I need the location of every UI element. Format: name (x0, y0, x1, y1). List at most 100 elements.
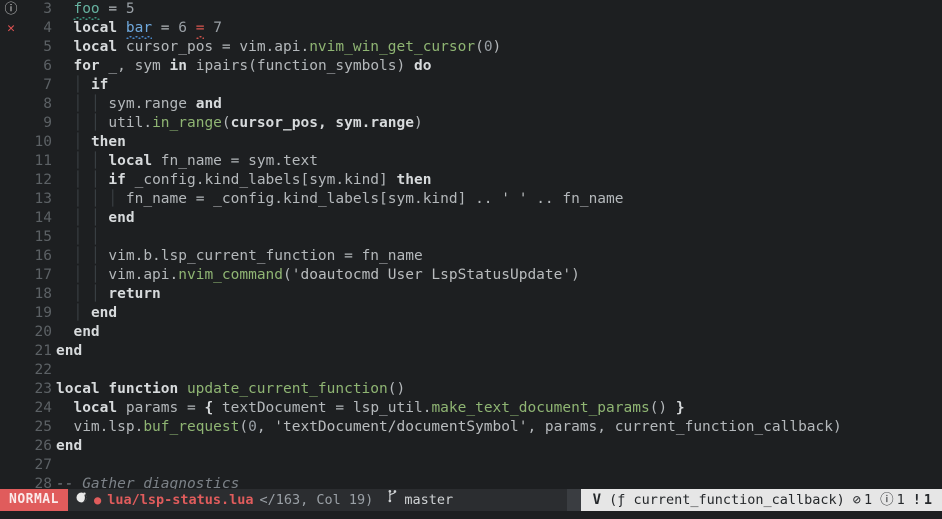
code-token: -- Gather diagnostics (56, 476, 240, 489)
code-token: │ (90, 210, 109, 226)
code-token: lsp_util. (344, 400, 432, 416)
code-line[interactable]: 24 local params = { textDocument = lsp_u… (0, 399, 942, 418)
info-icon: ⓘ (880, 492, 894, 508)
statusline-branch-segment[interactable]: master (380, 489, 460, 511)
code-token: bar (125, 20, 153, 39)
line-text: local bar = 6 = 7 (56, 19, 222, 39)
code-token: ) (571, 267, 580, 283)
code-token: then (90, 134, 126, 150)
code-editor[interactable]: ⓘ 3 foo = 5 ✕ 4 local bar = 6 = 75 local cu… (0, 0, 942, 489)
code-token: } (675, 400, 685, 416)
code-line[interactable]: 16 │ │ vim.b.lsp_current_function = fn_n… (0, 247, 942, 266)
code-token: , (256, 419, 275, 435)
code-line[interactable]: 22 (0, 361, 942, 380)
info-icon: ⓘ (4, 2, 18, 17)
statusline-file-segment[interactable]: ● lua/lsp-status.lua </163, Col 19) (68, 489, 380, 511)
code-line[interactable]: 21 end (0, 342, 942, 361)
code-line[interactable]: 25 vim.lsp.buf_request(0, 'textDocument/… (0, 418, 942, 437)
line-number: 11 (34, 153, 52, 169)
command-line[interactable] (0, 511, 942, 519)
statusline-diagnostic-info[interactable]: ⓘ 1 (880, 489, 905, 511)
line-text: local function update_current_function() (56, 380, 405, 399)
code-token: and (195, 96, 222, 112)
modified-circle-icon (75, 489, 88, 511)
code-line[interactable]: 20 end (0, 323, 942, 342)
line-text: │ │ return (56, 285, 161, 304)
code-token: end (56, 438, 83, 454)
code-line[interactable]: 15 │ │ (0, 228, 942, 247)
line-number: 26 (34, 438, 52, 454)
code-line[interactable]: 18 │ │ return (0, 285, 942, 304)
statusline-visual-marker: V (592, 492, 602, 508)
unsaved-dot-icon: ● (93, 493, 102, 507)
code-line[interactable]: 13 │ │ │ fn_name = _config.kind_labels[s… (0, 190, 942, 209)
code-line[interactable]: 6 for _, sym in ipairs(function_symbols)… (0, 57, 942, 76)
code-token: ) (413, 115, 423, 131)
code-token: vim.b.lsp_current_function (108, 248, 345, 264)
code-line[interactable]: 8 │ │ sym.range and (0, 95, 942, 114)
code-token: │ (108, 191, 126, 207)
code-token: 0 (248, 419, 257, 435)
code-line[interactable]: 11 │ │ local fn_name = sym.text (0, 152, 942, 171)
code-token: │ (73, 305, 91, 321)
statusline: NORMAL ● lua/lsp-status.lua </163, Col 1… (0, 489, 942, 511)
code-token: , params, current_function_callback (527, 419, 833, 435)
code-line[interactable]: 23 local function update_current_function… (0, 380, 942, 399)
line-number: 27 (34, 457, 52, 473)
line-number: 4 (43, 20, 52, 36)
code-line[interactable]: 14 │ │ end (0, 209, 942, 228)
code-line[interactable]: 27 (0, 456, 942, 475)
line-number: 12 (34, 172, 52, 188)
code-line[interactable]: 5 local cursor_pos = vim.api.nvim_win_ge… (0, 38, 942, 57)
line-text: │ │ util.in_range(cursor_pos, sym.range) (56, 114, 423, 133)
line-number: 21 (34, 343, 52, 359)
code-token: util. (108, 115, 153, 131)
line-number: 7 (43, 77, 52, 93)
line-number: 23 (34, 381, 52, 397)
code-line[interactable]: 12 │ │ if _config.kind_labels[sym.kind] … (0, 171, 942, 190)
line-text: │ │ sym.range and (56, 95, 222, 114)
code-token: for (73, 58, 100, 74)
code-token: │ (73, 286, 91, 302)
code-line[interactable]: 19 │ end (0, 304, 942, 323)
line-text: │ end (56, 304, 117, 323)
code-token: update_current_function (186, 381, 388, 397)
line-number: 3 (43, 1, 52, 17)
code-token: │ (73, 153, 91, 169)
line-text: │ │ local fn_name = sym.text (56, 152, 317, 171)
code-token: = (221, 39, 231, 55)
code-token: _config.kind_labels[sym.kind] (125, 172, 397, 188)
code-line[interactable]: ⓘ 3 foo = 5 (0, 0, 942, 20)
code-token: cursor_pos (117, 39, 222, 55)
error-icon: ⊘ (852, 492, 861, 508)
code-token: fn_name (152, 153, 231, 169)
code-token: vim.lsp. (73, 419, 144, 435)
code-token: │ (73, 229, 91, 245)
code-line[interactable]: ✕ 4 local bar = 6 = 7 (0, 19, 942, 39)
code-token: = (160, 20, 170, 36)
code-line[interactable]: 10 │ then (0, 133, 942, 152)
code-token: in (169, 58, 187, 74)
statusline-diagnostic-errors[interactable]: ⊘ 1 (853, 489, 872, 511)
code-line[interactable]: 17 │ │ vim.api.nvim_command('doautocmd U… (0, 266, 942, 285)
code-token: _, sym (99, 58, 170, 74)
code-token: return (108, 286, 161, 302)
code-line[interactable]: 7 │ if (0, 76, 942, 95)
code-token: = (335, 400, 345, 416)
code-token: foo (73, 1, 100, 20)
code-line[interactable]: 26 end (0, 437, 942, 456)
line-number: 16 (34, 248, 52, 264)
statusline-diagnostic-warnings[interactable]: ! 1 (913, 489, 932, 511)
code-line[interactable]: 28 -- Gather diagnostics (0, 475, 942, 489)
code-token: ( (283, 267, 292, 283)
statusline-spacer (460, 489, 567, 511)
code-line[interactable]: 9 │ │ util.in_range(cursor_pos, sym.rang… (0, 114, 942, 133)
